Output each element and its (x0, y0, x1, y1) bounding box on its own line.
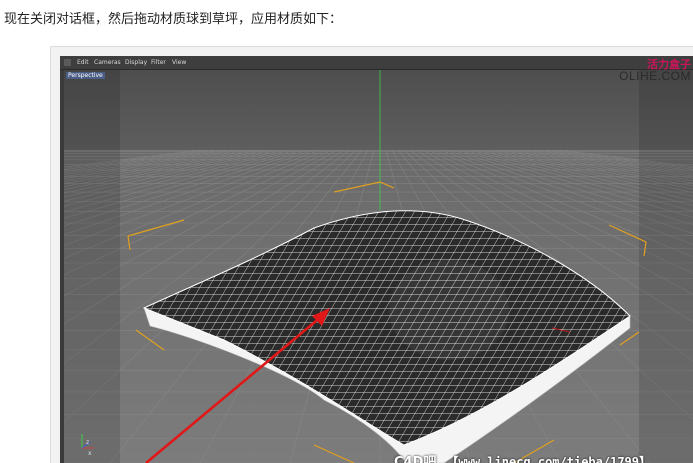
article-intro-text: 现在关闭对话框，然后拖动材质球到草坪，应用材质如下： (4, 12, 343, 27)
c4d-window: Edit Cameras Display Filter View z x Per… (60, 56, 693, 463)
axis-gizmo-x-label: x (88, 450, 92, 457)
safe-frame-right (639, 70, 693, 463)
safe-frame-left (64, 70, 120, 463)
c4d-watermark: C4D吧 【www.linecg.com/tieba/1799】 (394, 451, 651, 463)
viewport-name-label[interactable]: Perspective (66, 72, 105, 79)
viewport-menubar: Edit Cameras Display Filter View (60, 56, 693, 70)
watermark-name: C4D吧 (394, 455, 437, 463)
axis-gizmo-z-label: z (86, 439, 89, 446)
menu-view[interactable]: View (172, 59, 186, 66)
menu-filter[interactable]: Filter (151, 59, 166, 66)
watermark-url: 【www.linecg.com/tieba/1799】 (446, 455, 652, 463)
viewport-scene: z x (64, 70, 693, 463)
page: 现在关闭对话框，然后拖动材质球到草坪，应用材质如下： Edit Cameras … (0, 0, 693, 463)
terrain-bump-highlight (389, 260, 509, 360)
perspective-viewport[interactable]: z x Perspective C4D吧 【www.linecg.com/tieb… (64, 70, 693, 463)
menu-cameras[interactable]: Cameras (94, 59, 121, 66)
viewport-sky (64, 70, 693, 150)
menu-edit[interactable]: Edit (77, 59, 89, 66)
menu-display[interactable]: Display (125, 59, 147, 66)
brand-site: OLIHE.COM (619, 69, 691, 83)
panel-grip-icon[interactable] (64, 59, 71, 66)
